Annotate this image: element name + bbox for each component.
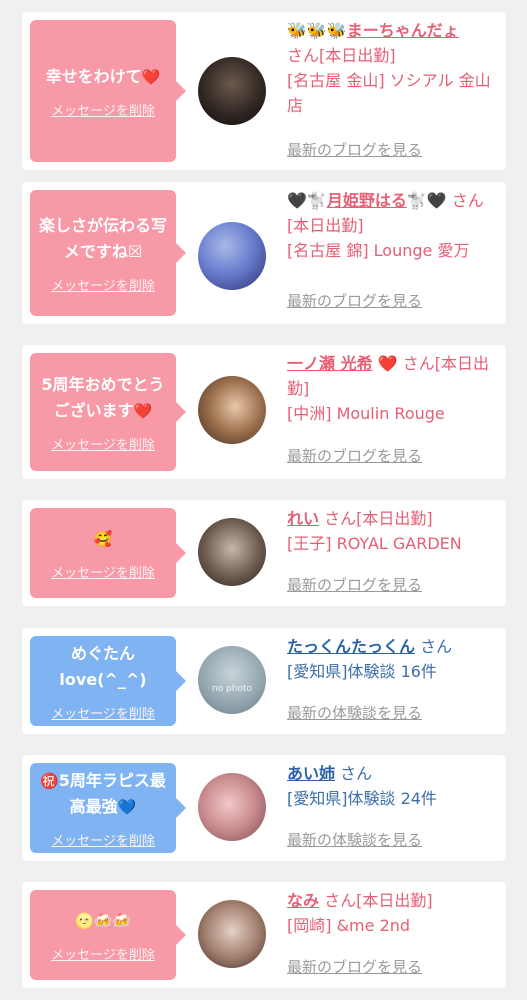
- user-info: なみ さん[本日出勤] [岡崎] &me 2nd: [287, 888, 498, 938]
- delete-message-link[interactable]: メッセージを削除: [51, 100, 155, 119]
- shop-location: [名古屋 錦] Lounge 愛万: [287, 241, 470, 260]
- message-text: 5周年おめでとうございます❤️: [41, 374, 165, 420]
- delete-message-link[interactable]: メッセージを削除: [51, 944, 155, 963]
- message-text: 幸せをわけて❤️: [45, 66, 161, 86]
- user-name-link[interactable]: れい: [287, 509, 319, 528]
- delete-message-link[interactable]: メッセージを削除: [51, 434, 155, 453]
- heart-poodle-icons: 🖤🐩: [287, 191, 327, 210]
- message-bubble: 🥰 メッセージを削除: [30, 508, 186, 598]
- heart-emoji-icon: ❤️: [141, 67, 161, 86]
- message-card: 🥰 メッセージを削除 れい さん[本日出勤] [王子] ROYAL GARDEN…: [22, 500, 506, 606]
- avatar[interactable]: [198, 222, 266, 290]
- message-text: 🥰: [94, 526, 113, 552]
- heart-poodle-icons: 🐩🖤: [406, 191, 447, 210]
- status-text: [本日出勤]: [356, 891, 433, 910]
- message-text: 楽しさが伝わる写メですね☒: [38, 215, 167, 261]
- review-count: [愛知県]体験談 16件: [287, 662, 437, 681]
- latest-blog-link[interactable]: 最新のブログを見る: [287, 956, 422, 977]
- latest-review-link[interactable]: 最新の体験談を見る: [287, 829, 422, 850]
- avatar[interactable]: [198, 900, 266, 968]
- user-name-link[interactable]: まーちゃんだょ: [347, 21, 459, 40]
- message-card: 🌝🍻🍻 メッセージを削除 なみ さん[本日出勤] [岡崎] &me 2nd 最新…: [22, 882, 506, 988]
- latest-review-link[interactable]: 最新の体験談を見る: [287, 702, 422, 723]
- latest-blog-link[interactable]: 最新のブログを見る: [287, 290, 422, 311]
- message-card: 楽しさが伝わる写メですね☒ メッセージを削除 🖤🐩月姫野はる🐩🖤 さん [本日出勤…: [22, 182, 506, 324]
- message-bubble: めぐたんlove(^_^) メッセージを削除: [30, 636, 186, 726]
- blue-heart-icon: 💙: [117, 797, 137, 816]
- latest-blog-link[interactable]: 最新のブログを見る: [287, 574, 422, 595]
- user-info: 🖤🐩月姫野はる🐩🖤 さん [本日出勤] [名古屋 錦] Lounge 愛万: [287, 188, 498, 263]
- avatar[interactable]: [198, 518, 266, 586]
- smiling-face-hearts-icon: 🥰: [93, 529, 113, 548]
- status-text: [本日出勤]: [356, 509, 433, 528]
- user-name-link[interactable]: あい姉: [287, 764, 335, 783]
- honorific: さん: [324, 891, 357, 910]
- shop-location: [岡崎] &me 2nd: [287, 916, 411, 935]
- user-info: たっくんたっくん さん [愛知県]体験談 16件: [287, 634, 498, 684]
- message-text: めぐたんlove(^_^): [59, 643, 147, 689]
- user-name-link[interactable]: なみ: [287, 891, 319, 910]
- status-text: [本日出勤]: [319, 46, 396, 65]
- message-bubble: ㊗️5周年ラピス最高最強💙 メッセージを削除: [30, 763, 186, 853]
- heart-emoji-icon: ❤️: [133, 401, 153, 420]
- celebration-kanji-icon: ㊗️: [40, 771, 59, 790]
- no-photo-avatar[interactable]: no photo: [198, 646, 266, 714]
- message-bubble: 幸せをわけて❤️ メッセージを削除: [30, 20, 186, 162]
- shop-location: [王子] ROYAL GARDEN: [287, 534, 462, 553]
- avatar[interactable]: [198, 376, 266, 444]
- no-photo-label: no photo: [211, 684, 253, 694]
- moon-beer-icons: 🌝🍻🍻: [74, 911, 132, 930]
- bee-icons: 🐝🐝🐝: [287, 21, 347, 40]
- user-info: 一ノ瀬 光希 ❤️ さん[本日出勤] [中洲] Moulin Rouge: [287, 351, 498, 426]
- message-text: ㊗️5周年ラピス最高最強💙: [40, 770, 166, 816]
- message-list: 幸せをわけて❤️ メッセージを削除 🐝🐝🐝まーちゃんだょ さん[本日出勤] [名…: [0, 0, 527, 1000]
- delete-message-link[interactable]: メッセージを削除: [51, 562, 155, 581]
- user-name-link[interactable]: たっくんたっくん: [287, 637, 415, 656]
- message-text: 🌝🍻🍻: [75, 908, 131, 934]
- honorific: さん: [420, 637, 453, 656]
- user-name-link[interactable]: 一ノ瀬 光希: [287, 354, 373, 373]
- avatar[interactable]: [198, 57, 266, 125]
- message-bubble: 楽しさが伝わる写メですね☒ メッセージを削除: [30, 190, 186, 316]
- user-name-link[interactable]: 月姫野はる: [327, 191, 407, 210]
- message-card: ㊗️5周年ラピス最高最強💙 メッセージを削除 あい姉 さん [愛知県]体験談 2…: [22, 755, 506, 861]
- message-card: 5周年おめでとうございます❤️ メッセージを削除 一ノ瀬 光希 ❤️ さん[本日…: [22, 345, 506, 479]
- honorific: さん: [402, 354, 435, 373]
- latest-blog-link[interactable]: 最新のブログを見る: [287, 445, 422, 466]
- message-card: めぐたんlove(^_^) メッセージを削除 no photo たっくんたっくん…: [22, 628, 506, 734]
- delete-message-link[interactable]: メッセージを削除: [51, 703, 155, 722]
- delete-message-link[interactable]: メッセージを削除: [51, 830, 155, 849]
- message-bubble: 5周年おめでとうございます❤️ メッセージを削除: [30, 353, 186, 471]
- honorific: さん: [324, 509, 357, 528]
- user-info: あい姉 さん [愛知県]体験談 24件: [287, 761, 498, 811]
- message-bubble: 🌝🍻🍻 メッセージを削除: [30, 890, 186, 980]
- delete-message-link[interactable]: メッセージを削除: [51, 275, 155, 294]
- heart-icon: ❤️: [377, 354, 398, 373]
- honorific: さん: [451, 191, 484, 210]
- latest-blog-link[interactable]: 最新のブログを見る: [287, 139, 422, 160]
- honorific: さん: [287, 46, 320, 65]
- shop-location: [名古屋 金山] ソシアル 金山店: [287, 71, 491, 115]
- status-text: [本日出勤]: [287, 216, 364, 235]
- user-info: 🐝🐝🐝まーちゃんだょ さん[本日出勤] [名古屋 金山] ソシアル 金山店: [287, 18, 498, 118]
- user-info: れい さん[本日出勤] [王子] ROYAL GARDEN: [287, 506, 498, 556]
- avatar[interactable]: [198, 773, 266, 841]
- review-count: [愛知県]体験談 24件: [287, 789, 437, 808]
- shop-location: [中洲] Moulin Rouge: [287, 404, 445, 423]
- message-card: 幸せをわけて❤️ メッセージを削除 🐝🐝🐝まーちゃんだょ さん[本日出勤] [名…: [22, 12, 506, 170]
- honorific: さん: [340, 764, 373, 783]
